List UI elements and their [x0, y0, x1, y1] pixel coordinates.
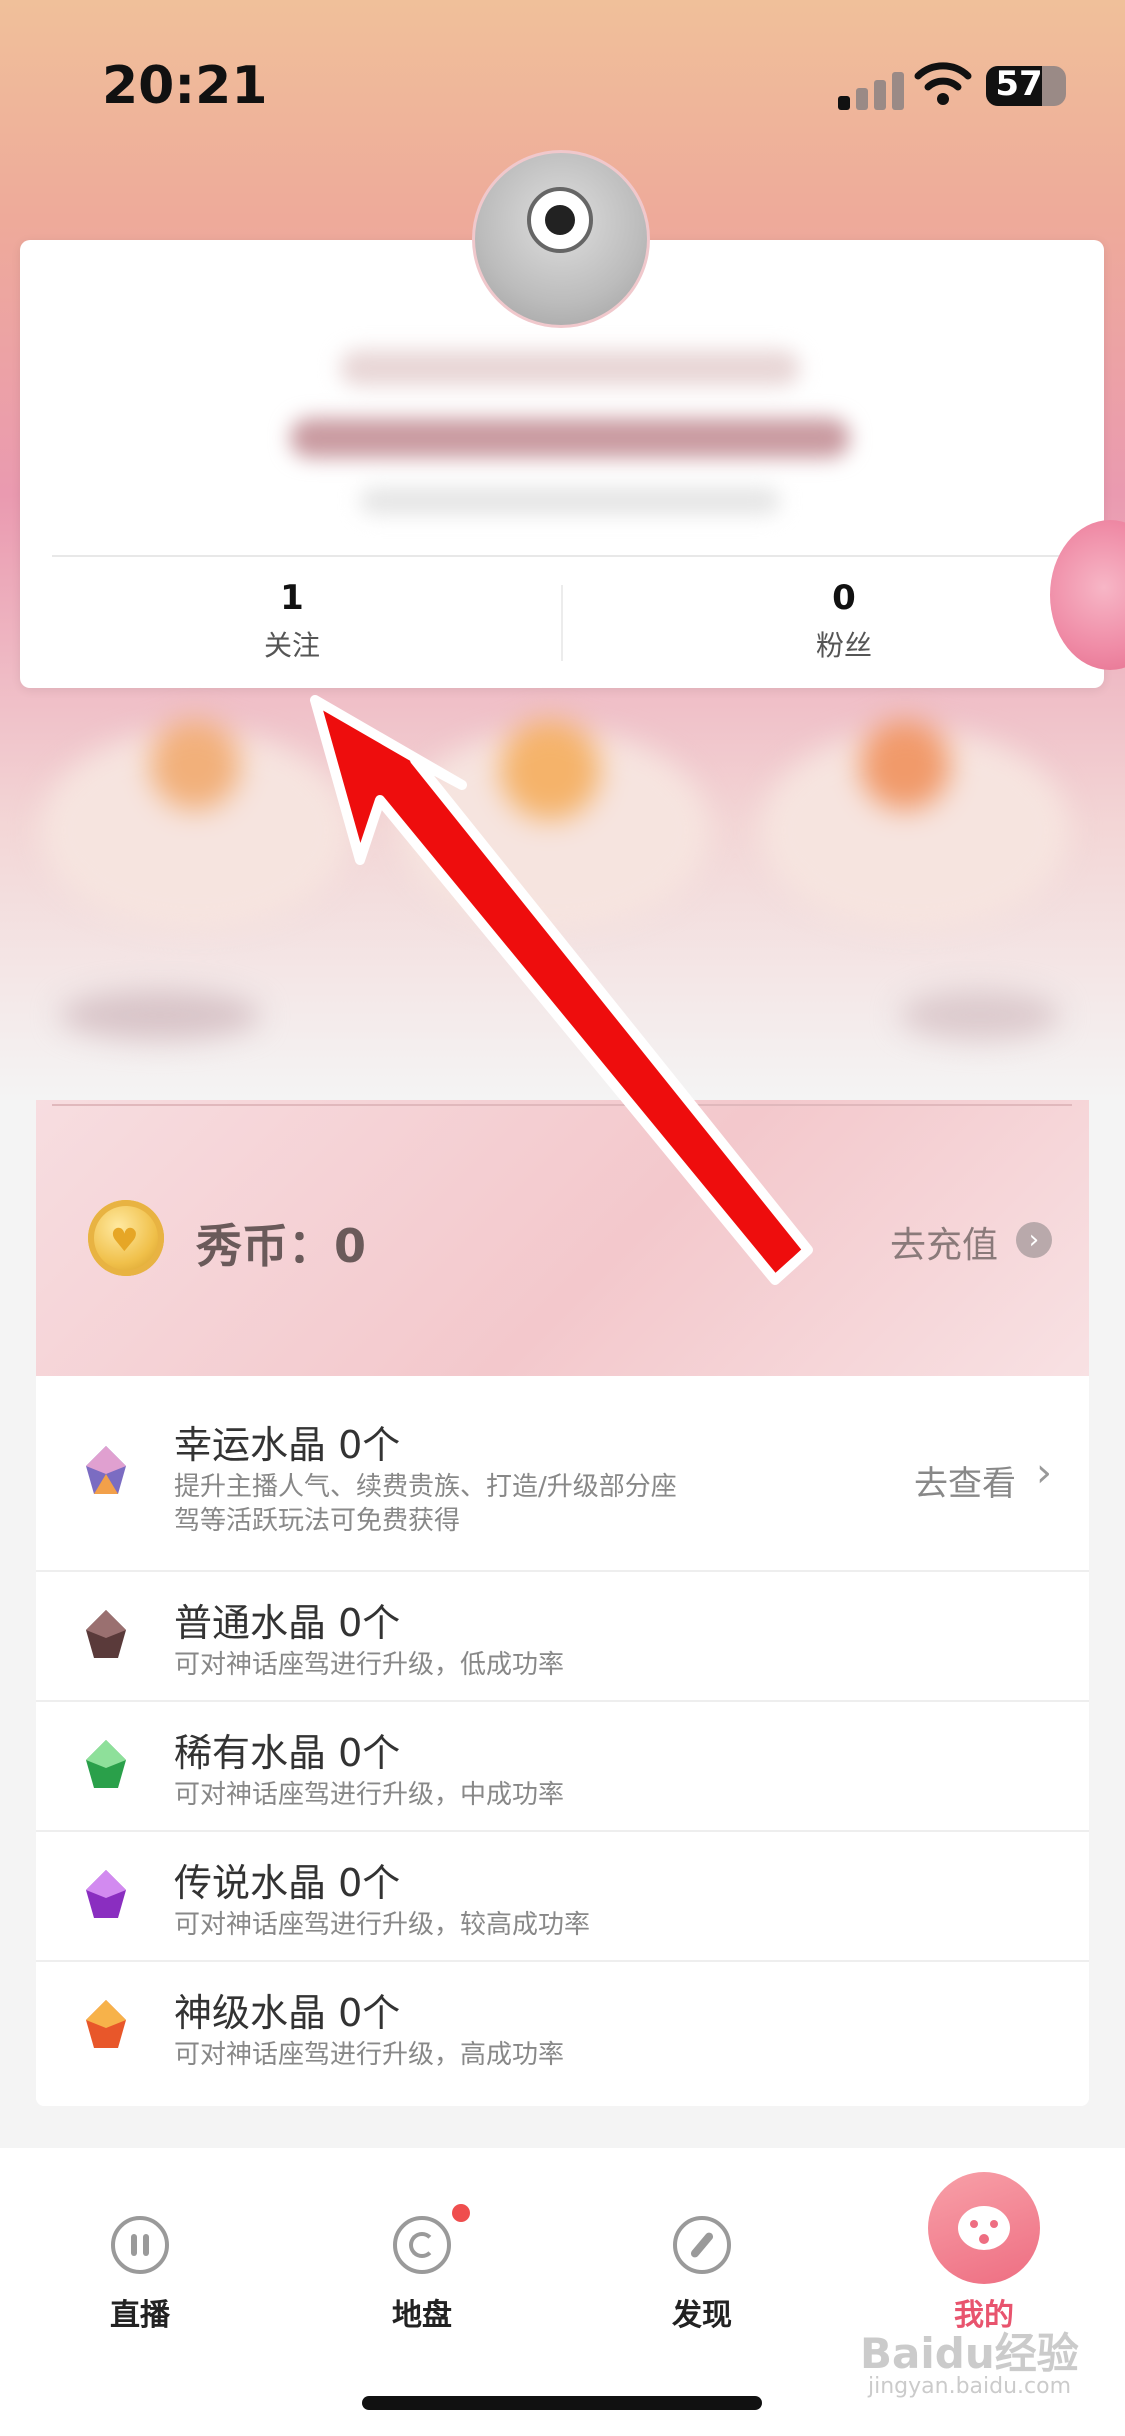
blurred-user-badge [290, 418, 850, 458]
list-item-legend-crystal: 传说水晶 0个 可对神话座驾进行升级，较高成功率 [36, 1830, 1089, 1962]
followers-stat[interactable]: 0 粉丝 [744, 578, 944, 664]
followers-label: 粉丝 [815, 629, 872, 662]
list-item-lucky-crystal[interactable]: 幸运水晶 0个 提升主播人气、续费贵族、打造/升级部分座驾等活跃玩法可免费获得 … [36, 1376, 1089, 1572]
avatar[interactable] [472, 150, 650, 328]
watermark-url: jingyan.baidu.com [868, 2374, 1072, 2399]
legend-crystal-title: 传说水晶 0个 [174, 1861, 401, 1905]
rare-crystal-title: 稀有水晶 0个 [174, 1731, 401, 1775]
cellular-signal-icon [838, 66, 918, 110]
me-icon[interactable] [928, 2172, 1040, 2284]
lucky-crystal-desc: 提升主播人气、续费贵族、打造/升级部分座驾等活跃玩法可免费获得 [174, 1472, 677, 1536]
divine-crystal-title: 神级水晶 0个 [174, 1991, 401, 2035]
lucky-crystal-icon [84, 1444, 128, 1500]
lucky-crystal-title: 幸运水晶 0个 [174, 1423, 401, 1467]
divine-crystal-desc: 可对神话座驾进行升级，高成功率 [174, 2040, 565, 2070]
tab-live-label: 直播 [110, 2298, 170, 2333]
common-crystal-title: 普通水晶 0个 [174, 1601, 401, 1645]
blurred-username [340, 350, 800, 386]
rare-crystal-desc: 可对神话座驾进行升级，中成功率 [174, 1780, 565, 1810]
divine-crystal-icon [84, 1998, 128, 2054]
following-count: 1 [280, 578, 304, 618]
avatar-eye-icon [527, 187, 593, 253]
wifi-icon [914, 58, 972, 108]
tab-territory-label: 地盘 [392, 2298, 452, 2333]
stats-divider [561, 585, 563, 661]
common-crystal-icon [84, 1608, 128, 1664]
rare-crystal-icon [84, 1738, 128, 1794]
crystal-list: 幸运水晶 0个 提升主播人气、续费贵族、打造/升级部分座驾等活跃玩法可免费获得 … [36, 1376, 1089, 2106]
legend-crystal-icon [84, 1868, 128, 1924]
live-icon [111, 2216, 169, 2274]
followers-count: 0 [832, 578, 856, 618]
following-label: 关注 [263, 629, 320, 662]
list-item-common-crystal: 普通水晶 0个 可对神话座驾进行升级，低成功率 [36, 1570, 1089, 1702]
status-time: 20:21 [102, 56, 268, 116]
chevron-right-icon[interactable]: › [1016, 1222, 1052, 1258]
tab-discover-label: 发现 [672, 2298, 732, 2333]
coin-balance: 秀币：0 [196, 1210, 366, 1276]
home-indicator [362, 2396, 762, 2410]
legend-crystal-desc: 可对神话座驾进行升级，较高成功率 [174, 1910, 591, 1940]
chevron-right-icon[interactable]: › [1036, 1450, 1052, 1496]
coin-label: 秀币： [196, 1219, 334, 1273]
coin-divider [52, 1104, 1072, 1106]
compass-icon [673, 2216, 731, 2274]
watermark: Baidu经验 [860, 2329, 1079, 2378]
blurred-section [20, 700, 1104, 1100]
heart-icon: ♥ [110, 1221, 139, 1259]
territory-icon [393, 2216, 451, 2274]
blurred-user-id [360, 488, 780, 514]
list-item-rare-crystal: 稀有水晶 0个 可对神话座驾进行升级，中成功率 [36, 1700, 1089, 1832]
view-button[interactable]: 去查看 [914, 1456, 1016, 1505]
common-crystal-desc: 可对神话座驾进行升级，低成功率 [174, 1650, 565, 1680]
following-stat[interactable]: 1 关注 [192, 578, 392, 664]
recharge-button[interactable]: 去充值 [890, 1216, 998, 1268]
list-item-divine-crystal: 神级水晶 0个 可对神话座驾进行升级，高成功率 [36, 1960, 1089, 2090]
notification-badge [452, 2204, 470, 2222]
battery-percent: 57 [995, 64, 1043, 104]
coin-value: 0 [334, 1219, 367, 1273]
profile-divider [52, 555, 1072, 557]
